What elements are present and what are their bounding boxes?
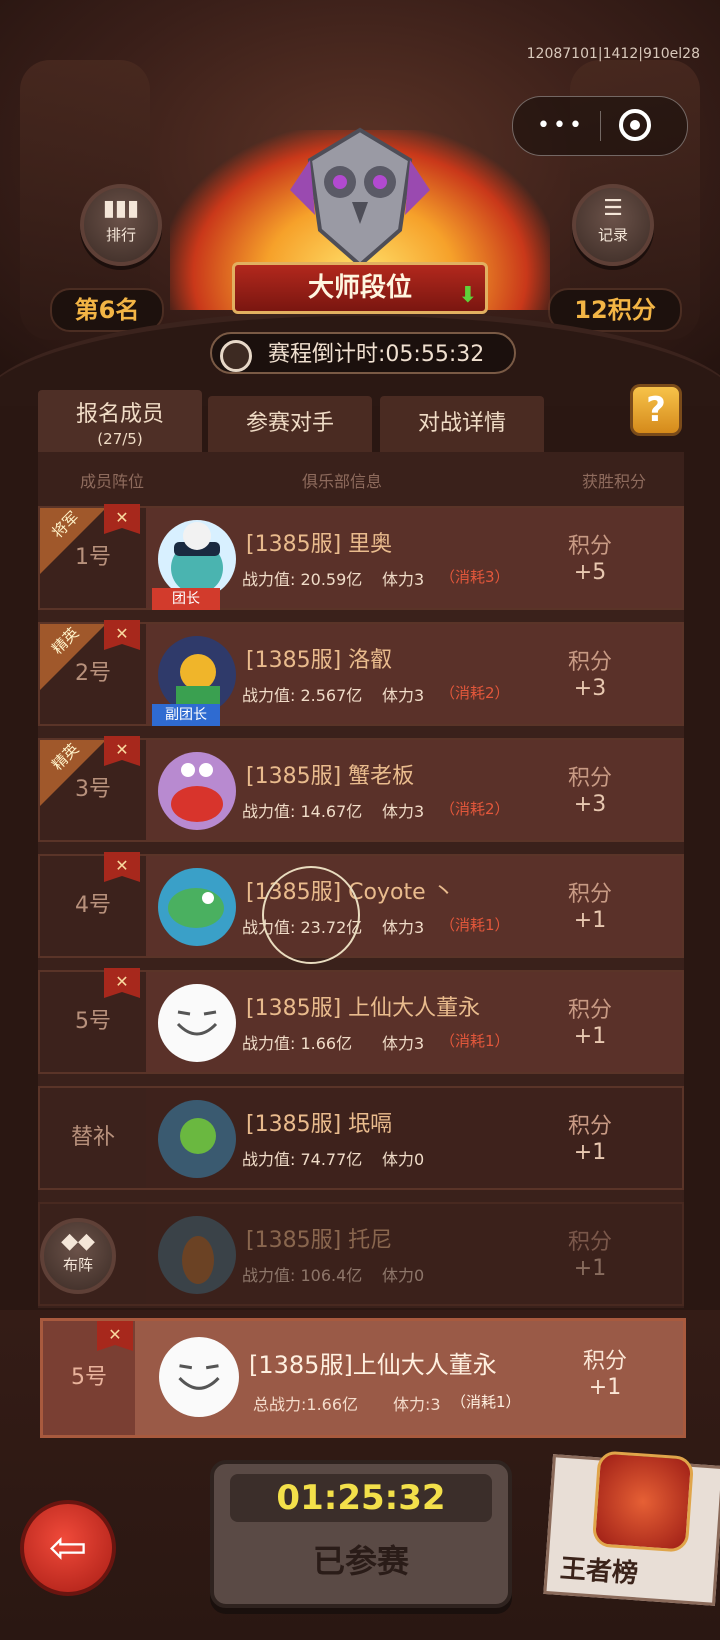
- role-tag-leader: 团长: [152, 588, 220, 610]
- member-row[interactable]: 1号 将军 ✕ 团长 [1385服] 里奥 战力值: 20.59亿 体力3 （消…: [38, 504, 684, 610]
- member-stamina: 体力3: [382, 918, 425, 937]
- my-name: [1385服]上仙大人董永: [249, 1351, 497, 1379]
- member-power: 战力值: 74.77亿: [242, 1150, 363, 1169]
- points-value: +3: [573, 676, 607, 701]
- formation-icon: ◆◆: [61, 1229, 95, 1254]
- points-label: 积分: [567, 534, 612, 559]
- records-button-label: 记录: [597, 226, 628, 244]
- bar-chart-icon: ▮▮▮: [102, 196, 140, 221]
- my-stamina: 体力:3: [393, 1395, 441, 1414]
- points-label: 积分: [567, 650, 612, 675]
- kings-leaderboard-button[interactable]: 王者榜: [543, 1450, 720, 1606]
- member-name: [1385服] 垊嗝: [246, 1112, 393, 1137]
- role-tag-vice-leader: 副团长: [152, 704, 220, 726]
- kings-leaderboard-label: 王者榜: [559, 1553, 639, 1590]
- tier-banner: 大师段位 ⬇: [232, 262, 488, 314]
- member-name: [1385服] 上仙大人董永: [246, 996, 481, 1021]
- build-info: 12087101|1412|910el28: [526, 46, 700, 62]
- member-row-substitute[interactable]: 替补 [1385服] 垊嗝 战力值: 74.77亿 体力0 积分 +1: [38, 1086, 684, 1190]
- tab-opponents[interactable]: 参赛对手: [208, 396, 372, 452]
- member-stamina: 体力3: [382, 1034, 425, 1053]
- points-value: +1: [573, 908, 607, 933]
- member-row[interactable]: 4号 ✕ [1385服] Coyote 丶 战力值: 23.72亿 体力3 （消…: [38, 852, 684, 958]
- points-label: 积分: [567, 998, 612, 1023]
- member-cost: （消耗1）: [440, 916, 510, 934]
- points-value: +1: [573, 1140, 607, 1165]
- avatar[interactable]: [158, 868, 236, 946]
- member-power: 战力值: 1.66亿: [242, 1034, 353, 1053]
- points-label: 积分: [567, 1230, 612, 1255]
- my-points-value: +1: [588, 1375, 622, 1400]
- list-icon: ☰: [603, 196, 623, 221]
- points-label: 积分: [567, 766, 612, 791]
- member-stamina: 体力3: [382, 802, 425, 821]
- tier-name: 大师段位: [307, 273, 412, 303]
- member-power: 战力值: 20.59亿: [242, 570, 363, 589]
- formation-button[interactable]: ◆◆ 布阵: [40, 1218, 116, 1294]
- rank-button[interactable]: ▮▮▮ 排行: [80, 184, 162, 266]
- member-power: 战力值: 14.67亿: [242, 802, 363, 821]
- member-cost: （消耗3）: [440, 568, 510, 586]
- back-arrow-icon[interactable]: ⇦: [20, 1500, 116, 1596]
- my-power: 总战力:1.66亿: [253, 1395, 359, 1414]
- match-timer: 01:25:32: [230, 1474, 492, 1522]
- points-value: +1: [573, 1256, 607, 1281]
- avatar[interactable]: [158, 1100, 236, 1178]
- close-miniprogram-icon[interactable]: [619, 109, 651, 141]
- gift-pouch-icon: [591, 1450, 695, 1553]
- member-name: [1385服] 蟹老板: [246, 764, 415, 789]
- tab-members-count: (27/5): [97, 430, 143, 448]
- records-button[interactable]: ☰ 记录: [572, 184, 654, 266]
- member-row-substitute[interactable]: [1385服] 托尼 战力值: 106.4亿 体力0 积分 +1: [38, 1202, 684, 1306]
- joined-status: 已参赛: [312, 1542, 409, 1580]
- tab-battle-details[interactable]: 对战详情: [380, 396, 544, 452]
- timer-icon: [220, 340, 252, 372]
- member-stamina: 体力0: [382, 1150, 425, 1169]
- column-header-club: 俱乐部信息: [302, 472, 383, 491]
- tab-registered-members[interactable]: 报名成员 (27/5): [38, 390, 202, 452]
- avatar[interactable]: [158, 984, 236, 1062]
- member-stamina: 体力0: [382, 1266, 425, 1285]
- member-name: [1385服] 托尼: [246, 1228, 393, 1253]
- member-cost: （消耗2）: [440, 800, 510, 818]
- joined-status-panel[interactable]: 01:25:32 已参赛: [210, 1460, 512, 1608]
- countdown-text: 赛程倒计时:05:55:32: [268, 342, 485, 367]
- points-label: 积分: [567, 882, 612, 907]
- member-stamina: 体力3: [382, 686, 425, 705]
- capsule-divider: [600, 111, 601, 141]
- member-name: [1385服] 里奥: [246, 532, 393, 557]
- avatar[interactable]: [158, 520, 236, 598]
- column-header-lineup: 成员阵位: [80, 472, 145, 491]
- points-value: +1: [573, 1024, 607, 1049]
- owl-emblem-icon: [290, 127, 430, 268]
- slot-number: 替补: [70, 1125, 115, 1150]
- my-cost: （消耗1）: [451, 1393, 521, 1411]
- schedule-countdown: 赛程倒计时:05:55:32: [210, 332, 516, 374]
- help-button[interactable]: ?: [630, 384, 682, 436]
- formation-button-label: 布阵: [62, 1256, 93, 1274]
- avatar[interactable]: [158, 752, 236, 830]
- column-header-points: 获胜积分: [582, 472, 647, 491]
- points-value: +3: [573, 792, 607, 817]
- avatar[interactable]: [158, 636, 236, 714]
- member-row[interactable]: 5号 ✕ [1385服] 上仙大人董永 战力值: 1.66亿 体力3 （消耗1）…: [38, 968, 684, 1074]
- my-avatar[interactable]: [159, 1337, 239, 1417]
- rank-down-arrow-icon: ⬇: [458, 283, 477, 308]
- member-power: 战力值: 2.567亿: [242, 686, 363, 705]
- member-cost: （消耗1）: [440, 1032, 510, 1050]
- points-label: 积分: [567, 1114, 612, 1139]
- avatar[interactable]: [158, 1216, 236, 1294]
- rank-button-label: 排行: [105, 226, 136, 244]
- member-row[interactable]: 3号 精英 ✕ [1385服] 蟹老板 战力值: 14.67亿 体力3 （消耗2…: [38, 736, 684, 842]
- member-row[interactable]: 2号 精英 ✕ 副团长 [1385服] 洛叡 战力值: 2.567亿 体力3 （…: [38, 620, 684, 726]
- tab-members-label: 报名成员: [75, 402, 164, 427]
- my-points-label: 积分: [582, 1349, 627, 1374]
- member-name: [1385服] 洛叡: [246, 648, 393, 673]
- member-cost: （消耗2）: [440, 684, 510, 702]
- points-value: +5: [573, 560, 607, 585]
- my-member-card[interactable]: 5号 ✕ [1385服]上仙大人董永 总战力:1.66亿 体力:3 （消耗1） …: [40, 1318, 686, 1438]
- member-stamina: 体力3: [382, 570, 425, 589]
- touch-indicator: [262, 866, 360, 964]
- member-power: 战力值: 106.4亿: [242, 1266, 363, 1285]
